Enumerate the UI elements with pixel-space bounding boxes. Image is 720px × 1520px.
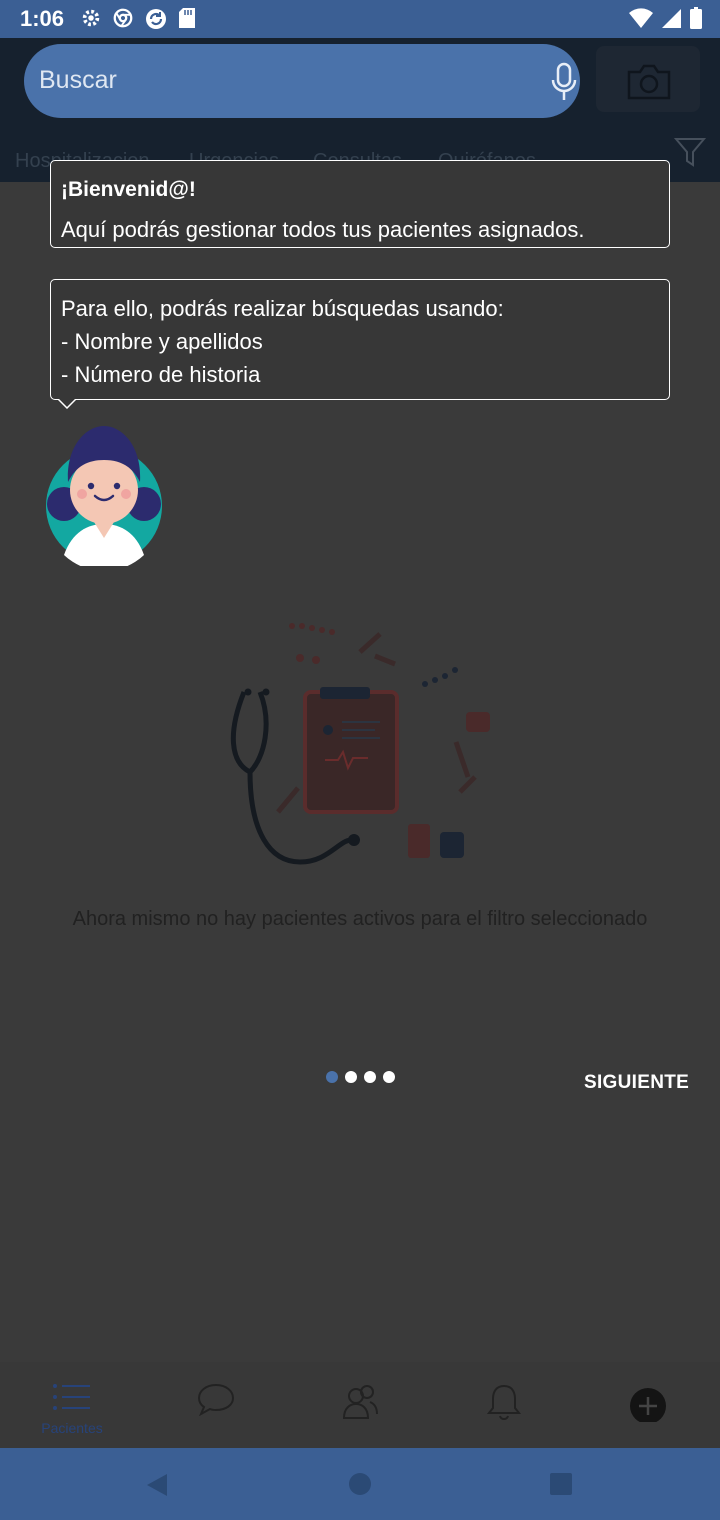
search-input[interactable]: Buscar <box>39 66 117 95</box>
search-tip-line-2: - Nombre y apellidos <box>61 329 263 354</box>
chat-icon <box>197 1383 235 1416</box>
pager-dot <box>383 1071 395 1083</box>
search-tip-line-3: - Número de historia <box>61 362 261 387</box>
nav-label-pacientes: Pacientes <box>41 1420 103 1436</box>
next-button[interactable]: SIGUIENTE <box>584 1072 689 1094</box>
bell-icon <box>486 1384 522 1420</box>
back-icon[interactable] <box>145 1472 169 1498</box>
filter-icon[interactable] <box>674 136 706 168</box>
doctor-avatar <box>46 426 162 566</box>
search-tip-bubble: Para ello, podrás realizar búsquedas usa… <box>50 279 670 400</box>
mic-icon[interactable] <box>550 62 578 102</box>
chrome-icon <box>113 8 133 28</box>
battery-icon <box>690 7 702 29</box>
plus-circle-icon <box>630 1388 666 1422</box>
nav-notifications[interactable] <box>432 1362 576 1448</box>
camera-icon <box>627 64 671 100</box>
nav-team[interactable] <box>288 1362 432 1448</box>
welcome-bubble: ¡Bienvenid@! Aquí podrás gestionar todos… <box>50 160 670 248</box>
home-icon[interactable] <box>348 1472 372 1496</box>
sd-card-icon <box>179 8 195 28</box>
wifi-icon <box>629 8 653 28</box>
welcome-title: ¡Bienvenid@! <box>61 178 196 201</box>
nav-add[interactable] <box>576 1362 720 1448</box>
bubble-tail <box>58 399 76 409</box>
users-icon <box>342 1385 378 1419</box>
status-bar: 1:06 <box>0 0 720 38</box>
signal-icon <box>662 9 681 28</box>
empty-state-message: Ahora mismo no hay pacientes activos par… <box>72 908 648 930</box>
pager-dot-active <box>326 1071 338 1083</box>
settings-icon <box>82 9 100 27</box>
search-tip-line-1: Para ello, podrás realizar búsquedas usa… <box>61 296 504 321</box>
pager-dot <box>345 1071 357 1083</box>
search-bar[interactable]: Buscar <box>24 44 580 118</box>
list-icon <box>53 1384 90 1410</box>
nav-pacientes[interactable]: Pacientes <box>0 1362 144 1448</box>
nav-chat[interactable] <box>144 1362 288 1448</box>
recents-icon[interactable] <box>549 1472 573 1496</box>
sync-icon <box>146 9 166 29</box>
system-nav-bar <box>0 1448 720 1520</box>
pager-dots <box>326 1071 395 1083</box>
welcome-text: Aquí podrás gestionar todos tus paciente… <box>61 217 585 242</box>
status-time: 1:06 <box>20 6 65 31</box>
camera-button[interactable] <box>596 46 700 112</box>
medical-illustration <box>230 623 490 865</box>
pager-dot <box>364 1071 376 1083</box>
bottom-nav: Pacientes <box>0 1362 720 1448</box>
